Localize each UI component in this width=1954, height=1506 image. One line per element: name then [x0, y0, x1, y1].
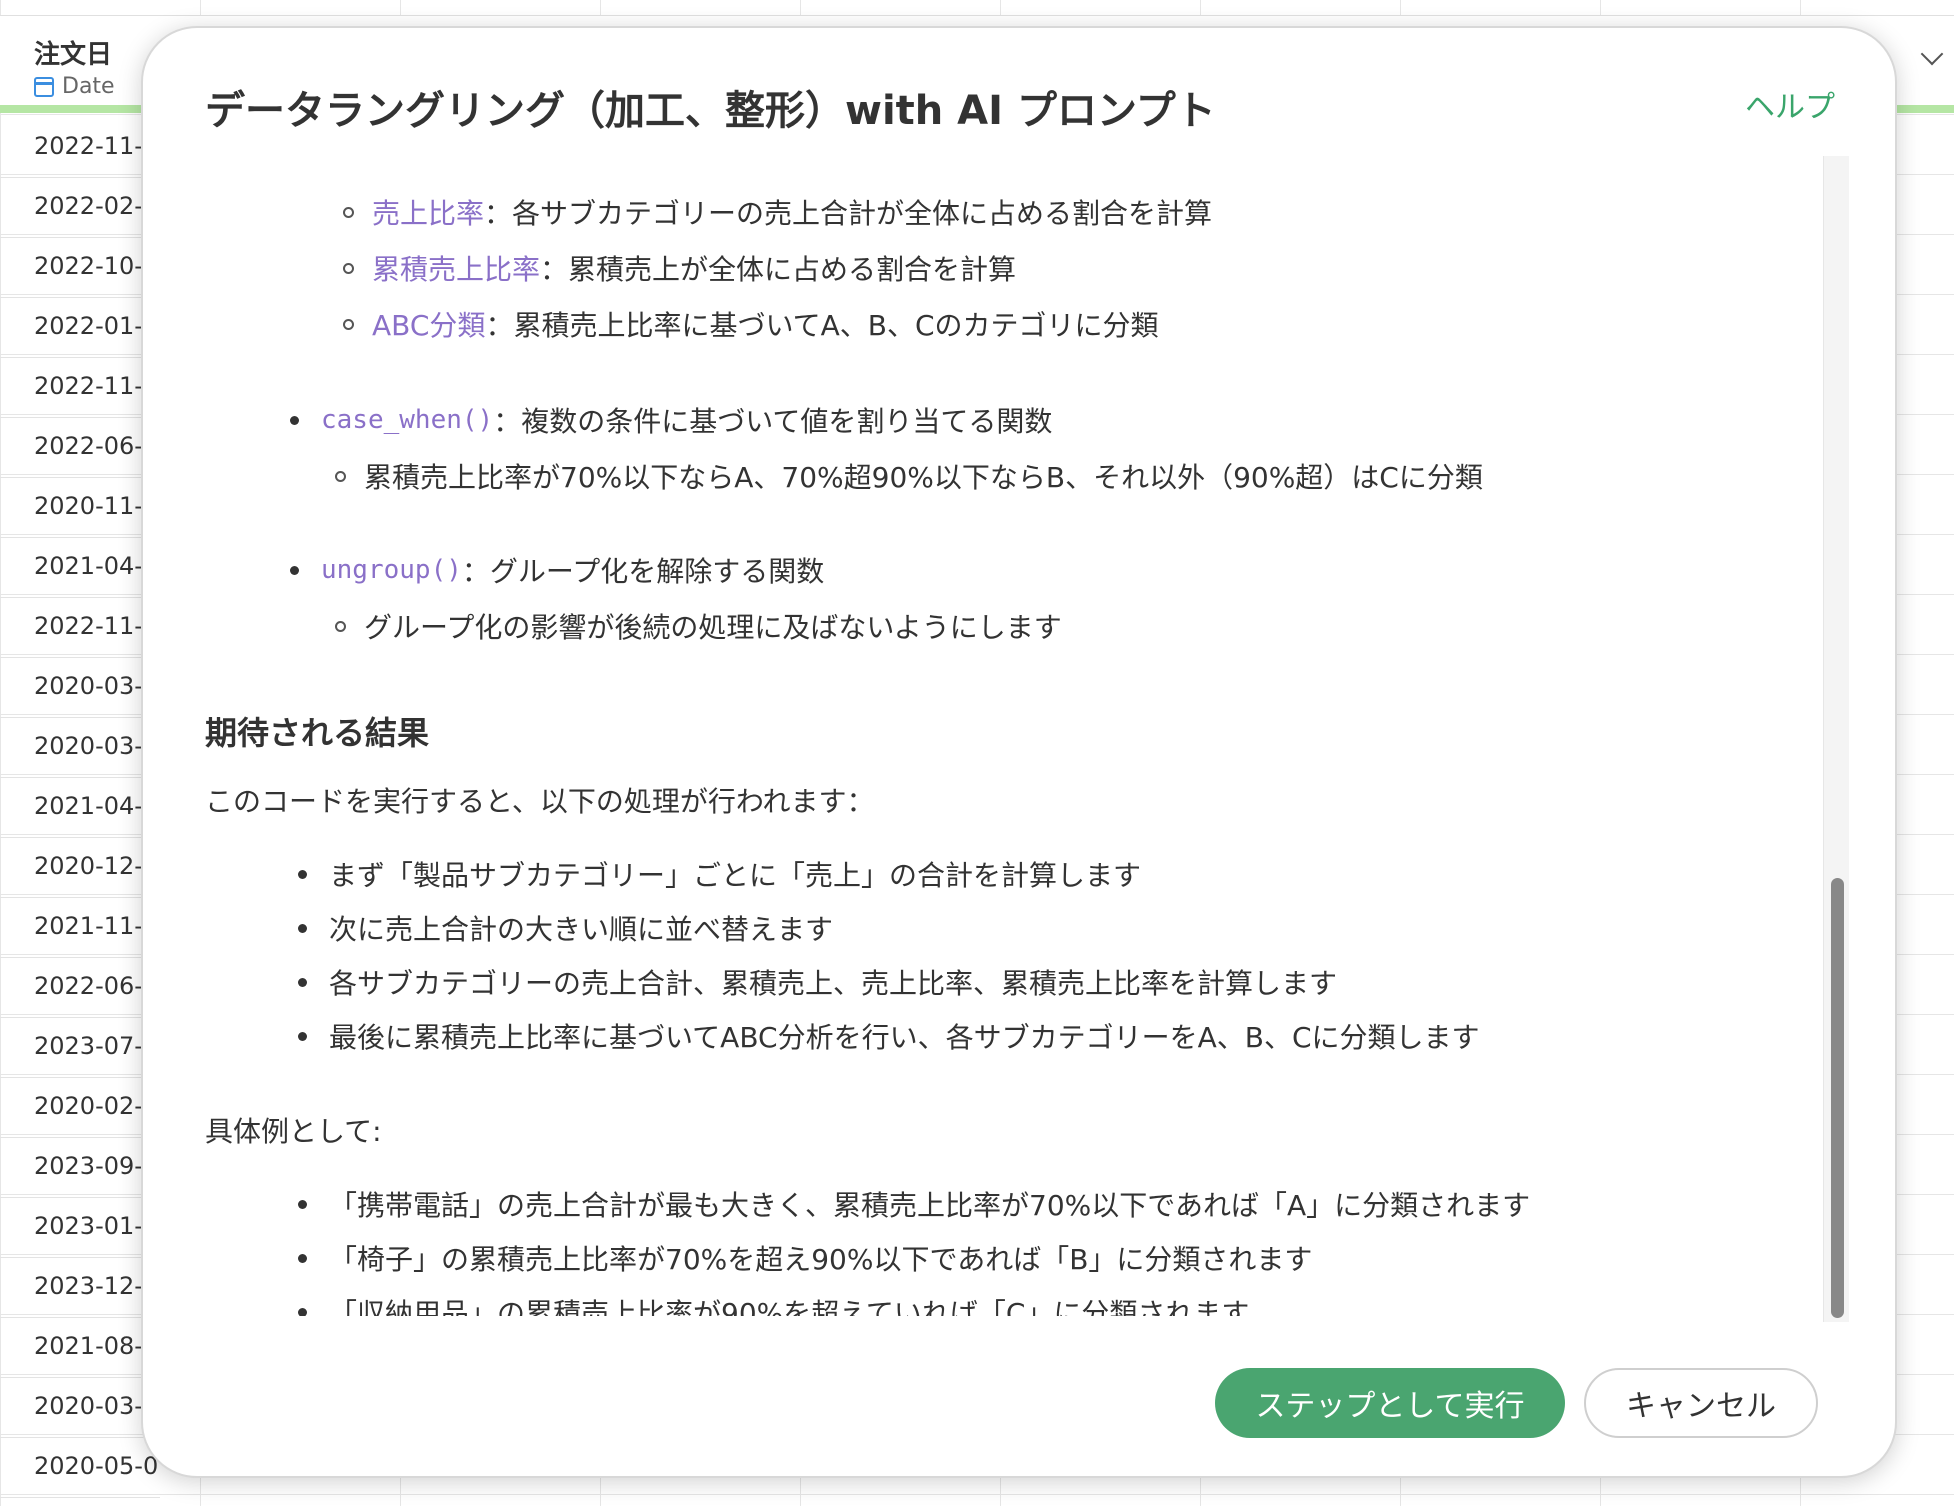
term-label: 累積売上比率	[372, 253, 541, 286]
list-item: ABC分類 ：累積売上比率に基づいてA、B、Cのカテゴリに分類	[343, 304, 1159, 344]
circle-bullet-icon	[343, 318, 354, 330]
table-cell[interactable]: 2023-09-	[0, 1138, 160, 1198]
code-term: case_when()	[321, 405, 494, 435]
dialog-content[interactable]: 売上比率 ：各サブカテゴリーの売上合計が全体に占める割合を計算 累積売上比率 ：…	[205, 156, 1805, 1316]
list-item: 「収納用品」の累積売上比率が90%を超えていれば「C」に分類されます	[298, 1292, 1249, 1316]
table-cell[interactable]: 2023-01-	[0, 1198, 160, 1258]
circle-bullet-icon	[335, 470, 346, 482]
table-cell[interactable]: 2021-04-	[0, 538, 160, 598]
result-item: 各サブカテゴリーの売上合計、累積売上、売上比率、累積売上比率を計算します	[329, 967, 1338, 1000]
circle-bullet-icon	[343, 206, 354, 218]
table-cell[interactable]: 2020-03-	[0, 1378, 160, 1438]
list-item: 「携帯電話」の売上合計が最も大きく、累積売上比率が70%以下であれば「A」に分類…	[298, 1184, 1530, 1224]
bullet-icon	[298, 1253, 307, 1263]
column-type: Date	[34, 74, 115, 99]
table-cell[interactable]: 2023-07-	[0, 1018, 160, 1078]
bullet-icon	[298, 1307, 307, 1316]
list-item: 累積売上比率 ：累積売上が全体に占める割合を計算	[343, 248, 1017, 288]
table-cell[interactable]: 2020-05-0	[0, 1438, 160, 1498]
scrollbar[interactable]	[1823, 156, 1849, 1322]
code-term: ungroup()	[321, 555, 462, 585]
term-label: ABC分類	[372, 309, 486, 342]
table-cell[interactable]: 2022-02-	[0, 178, 160, 238]
list-item: 最後に累積売上比率に基づいてABC分析を行い、各サブカテゴリーをA、B、Cに分類…	[298, 1016, 1480, 1056]
ai-prompt-dialog: データラングリング（加工、整形）with AI プロンプト ヘルプ 売上比率 ：…	[141, 26, 1897, 1478]
bullet-icon	[290, 565, 299, 575]
result-item: 次に売上合計の大きい順に並べ替えます	[329, 913, 834, 946]
dialog-title: データラングリング（加工、整形）with AI プロンプト	[205, 88, 1216, 134]
help-link[interactable]: ヘルプ	[1745, 82, 1835, 126]
list-item: 売上比率 ：各サブカテゴリーの売上合計が全体に占める割合を計算	[343, 192, 1213, 232]
table-cell[interactable]: 2022-06-	[0, 958, 160, 1018]
example-item: 「椅子」の累積売上比率が70%を超え90%以下であれば「B」に分類されます	[329, 1243, 1313, 1276]
cancel-button[interactable]: キャンセル	[1584, 1368, 1818, 1438]
bullet-icon	[298, 1031, 307, 1041]
term-description: ：累積売上が全体に占める割合を計算	[540, 253, 1017, 286]
column-title: 注文日	[34, 40, 113, 70]
table-cell[interactable]: 2021-11-	[0, 898, 160, 958]
list-item: まず「製品サブカテゴリー」ごとに「売上」の合計を計算します	[298, 854, 1141, 894]
table-cell[interactable]: 2022-01-	[0, 298, 160, 358]
bullet-icon	[298, 1199, 307, 1209]
result-intro: このコードを実行すると、以下の処理が行われます：	[205, 785, 875, 818]
scrollbar-thumb[interactable]	[1831, 878, 1844, 1318]
table-cell[interactable]: 2020-02-	[0, 1078, 160, 1138]
result-item: 最後に累積売上比率に基づいてABC分析を行い、各サブカテゴリーをA、B、Cに分類…	[329, 1021, 1480, 1054]
list-item: グループ化の影響が後続の処理に及ばないようにします	[335, 606, 1062, 646]
sub-description: 累積売上比率が70%以下ならA、70%超90%以下ならB、それ以外（90%超）は…	[364, 461, 1483, 494]
column-type-label: Date	[62, 74, 115, 99]
result-item: まず「製品サブカテゴリー」ごとに「売上」の合計を計算します	[329, 859, 1142, 892]
example-intro: 具体例として:	[205, 1115, 382, 1148]
section-heading: 期待される結果	[205, 714, 430, 752]
list-item: 累積売上比率が70%以下ならA、70%超90%以下ならB、それ以外（90%超）は…	[335, 456, 1483, 496]
table-cell[interactable]: 2022-11-	[0, 118, 160, 178]
table-cell[interactable]: 2021-08-	[0, 1318, 160, 1378]
code-description: ：グループ化を解除する関数	[461, 555, 825, 588]
circle-bullet-icon	[343, 262, 354, 274]
list-item: case_when() ：複数の条件に基づいて値を割り当てる関数	[290, 400, 1052, 440]
table-cell[interactable]: 2022-06-	[0, 418, 160, 478]
table-cell[interactable]: 2020-11-	[0, 478, 160, 538]
table-cell[interactable]: 2020-03-	[0, 718, 160, 778]
sub-description: グループ化の影響が後続の処理に及ばないようにします	[364, 611, 1062, 644]
table-cell[interactable]: 2022-10-	[0, 238, 160, 298]
table-cell[interactable]: 2021-04-	[0, 778, 160, 838]
example-item: 「携帯電話」の売上合計が最も大きく、累積売上比率が70%以下であれば「A」に分類…	[329, 1189, 1531, 1222]
list-item: 「椅子」の累積売上比率が70%を超え90%以下であれば「B」に分類されます	[298, 1238, 1312, 1278]
term-label: 売上比率	[372, 197, 485, 230]
run-as-step-button[interactable]: ステップとして実行	[1215, 1368, 1565, 1438]
list-item: 次に売上合計の大きい順に並べ替えます	[298, 908, 833, 948]
term-description: ：各サブカテゴリーの売上合計が全体に占める割合を計算	[484, 197, 1213, 230]
list-item: 各サブカテゴリーの売上合計、累積売上、売上比率、累積売上比率を計算します	[298, 962, 1337, 1002]
table-cell[interactable]: 2022-11-	[0, 358, 160, 418]
term-description: ：累積売上比率に基づいてA、B、Cのカテゴリに分類	[485, 309, 1159, 342]
bullet-icon	[290, 415, 299, 425]
bullet-icon	[298, 869, 307, 879]
table-cell[interactable]: 2022-11-	[0, 598, 160, 658]
bullet-icon	[298, 923, 307, 933]
table-cell[interactable]: 2023-12-	[0, 1258, 160, 1318]
bullet-icon	[298, 977, 307, 987]
circle-bullet-icon	[335, 620, 346, 632]
table-cell[interactable]: 2020-12-	[0, 838, 160, 898]
chevron-down-icon[interactable]	[1920, 42, 1944, 66]
calendar-icon	[34, 76, 54, 97]
example-item: 「収納用品」の累積売上比率が90%を超えていれば「C」に分類されます	[329, 1297, 1250, 1316]
date-column-cells: 2022-11- 2022-02- 2022-10- 2022-01- 2022…	[0, 118, 160, 1498]
code-description: ：複数の条件に基づいて値を割り当てる関数	[493, 405, 1053, 438]
table-cell[interactable]: 2020-03-	[0, 658, 160, 718]
list-item: ungroup() ：グループ化を解除する関数	[290, 550, 824, 590]
